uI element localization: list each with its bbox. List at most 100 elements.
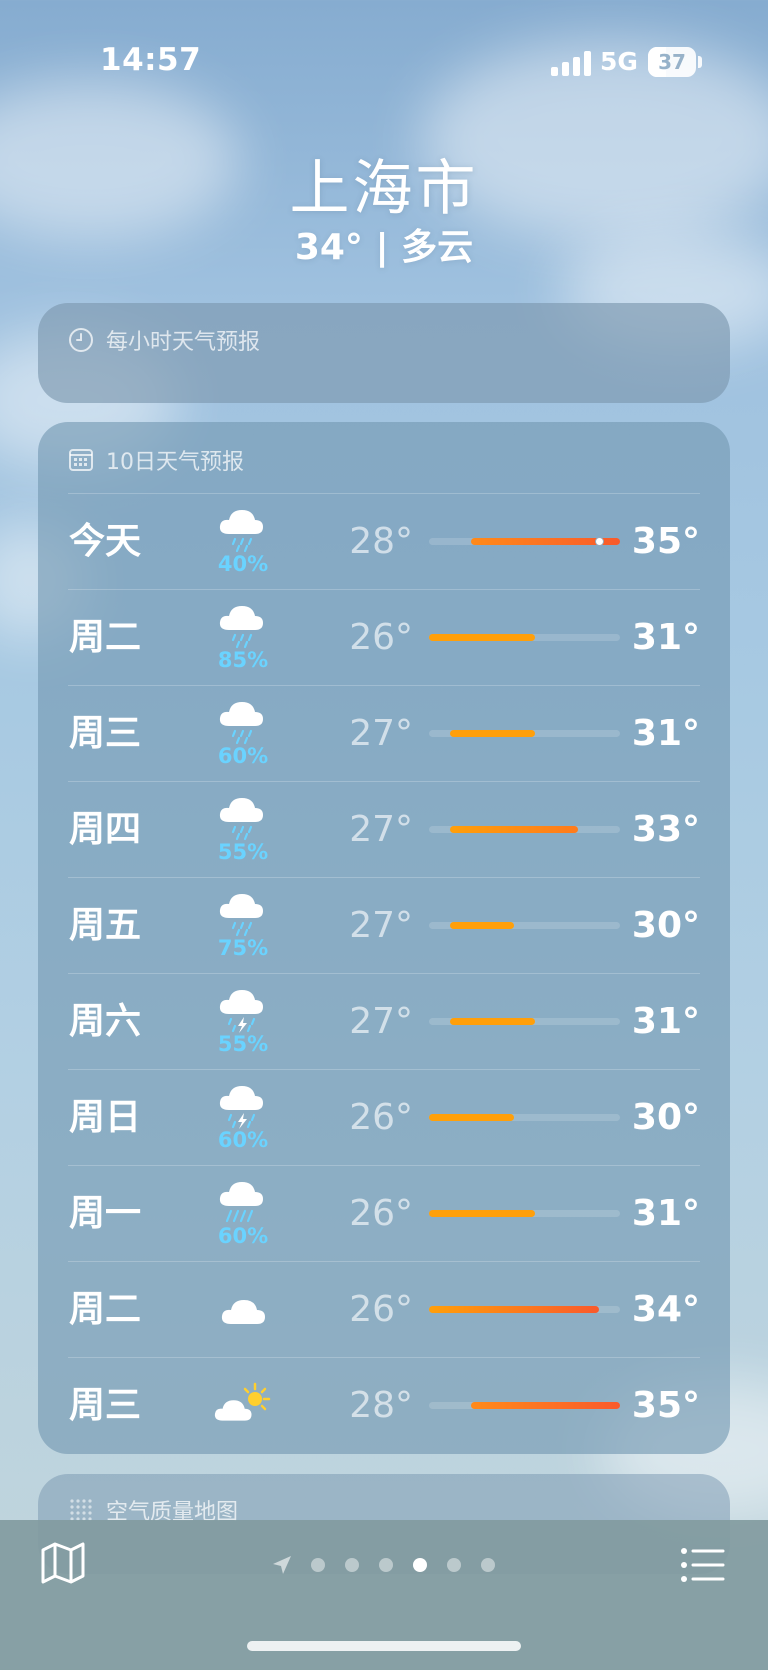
location-arrow-icon — [273, 1556, 291, 1574]
home-indicator — [247, 1641, 521, 1651]
hourly-forecast-header: 每小时天气预报 — [68, 320, 260, 360]
temp-range-fill — [429, 1114, 514, 1121]
high-temp: 31° — [631, 1001, 700, 1042]
temp-range-bar — [429, 1210, 620, 1217]
low-temp: 27° — [349, 809, 413, 850]
low-temp: 28° — [349, 521, 413, 562]
city-name: 上海市 — [289, 154, 479, 224]
cloud-icon — [208, 1284, 278, 1334]
forecast-day-row[interactable]: 周六 55% 27° 31° — [38, 974, 730, 1070]
low-temp: 27° — [349, 713, 413, 754]
signal-icon — [551, 50, 591, 76]
low-temp: 27° — [349, 1001, 413, 1042]
low-temp: 26° — [349, 1193, 413, 1234]
day-label: 周五 — [69, 905, 142, 946]
high-temp: 35° — [631, 1385, 700, 1426]
page-dot[interactable] — [345, 1558, 359, 1572]
battery-icon: 37 — [648, 47, 696, 77]
temp-range-bar — [429, 1306, 620, 1313]
page-dot[interactable] — [447, 1558, 461, 1572]
low-temp: 26° — [349, 1289, 413, 1330]
cloud-rain-icon — [208, 504, 278, 554]
temp-range-bar — [429, 1018, 620, 1025]
day-label: 周二 — [69, 617, 142, 658]
ten-day-forecast-card: 10日天气预报 今天 40% 28° 35° 周二 85% 26° 31° 周三 60% 27° 31… — [38, 422, 730, 1454]
cloud-sun-icon — [208, 1380, 278, 1430]
day-label: 周四 — [69, 809, 142, 850]
temp-range-bar — [429, 730, 620, 737]
precipitation-chance: 55% — [217, 840, 269, 864]
cloud-rain-icon — [208, 600, 278, 650]
temp-range-bar — [429, 1402, 620, 1409]
temp-range-bar — [429, 922, 620, 929]
day-label: 周三 — [69, 1385, 142, 1426]
status-bar: 14:57 5G 37 — [0, 0, 768, 110]
list-icon — [681, 1548, 725, 1582]
high-temp: 34° — [631, 1289, 700, 1330]
city-list-button[interactable] — [680, 1545, 726, 1585]
page-dot[interactable] — [379, 1558, 393, 1572]
temp-range-fill — [450, 826, 578, 833]
low-temp: 28° — [349, 1385, 413, 1426]
high-temp: 31° — [631, 617, 700, 658]
forecast-day-row[interactable]: 周三 60% 27° 31° — [38, 686, 730, 782]
day-label: 周三 — [69, 713, 142, 754]
day-label: 周一 — [69, 1193, 142, 1234]
low-temp: 27° — [349, 905, 413, 946]
temp-range-fill — [450, 922, 514, 929]
forecast-day-row[interactable]: 今天 40% 28° 35° — [38, 494, 730, 590]
battery-tip — [698, 56, 702, 68]
precipitation-chance: 85% — [217, 648, 269, 672]
current-conditions: 34° | 多云 — [294, 227, 474, 268]
temp-range-fill — [429, 634, 536, 641]
high-temp: 31° — [631, 1193, 700, 1234]
low-temp: 26° — [349, 1097, 413, 1138]
forecast-day-row[interactable]: 周二 85% 26° 31° — [38, 590, 730, 686]
temp-range-fill — [471, 1402, 620, 1409]
ten-day-forecast-title: 10日天气预报 — [106, 450, 244, 475]
day-label: 今天 — [69, 521, 142, 562]
precipitation-chance: 55% — [217, 1032, 269, 1056]
temp-range-fill — [429, 1306, 599, 1313]
hourly-forecast-title: 每小时天气预报 — [106, 330, 261, 355]
cloud-rain-icon — [208, 888, 278, 938]
network-label: 5G — [600, 47, 638, 76]
cloud-rain-icon — [208, 792, 278, 842]
precipitation-chance: 60% — [217, 1128, 269, 1152]
precipitation-chance: 60% — [217, 744, 269, 768]
precipitation-chance: 75% — [217, 936, 269, 960]
page-indicator[interactable] — [270, 1553, 500, 1577]
temp-range-bar — [429, 634, 620, 641]
cloud-bolt-rain-icon — [208, 1080, 278, 1130]
forecast-day-row[interactable]: 周五 75% 27° 30° — [38, 878, 730, 974]
forecast-day-row[interactable]: 周一 60% 26° 31° — [38, 1166, 730, 1262]
map-button[interactable] — [40, 1540, 86, 1586]
status-time: 14:57 — [100, 42, 202, 78]
battery-level: 37 — [658, 50, 686, 74]
temp-range-bar — [429, 826, 620, 833]
calendar-icon — [69, 449, 93, 471]
high-temp: 33° — [631, 809, 700, 850]
page-dot[interactable] — [311, 1558, 325, 1572]
day-label: 周六 — [69, 1001, 142, 1042]
high-temp: 30° — [631, 1097, 700, 1138]
temp-range-bar — [429, 537, 620, 546]
precipitation-chance: 40% — [217, 552, 269, 576]
forecast-day-row[interactable]: 周四 55% 27° 33° — [38, 782, 730, 878]
high-temp: 35° — [631, 521, 700, 562]
precipitation-chance: 60% — [217, 1224, 269, 1248]
cloud-rain-icon — [208, 696, 278, 746]
temp-range-fill — [429, 1210, 536, 1217]
high-temp: 31° — [631, 713, 700, 754]
page-dot[interactable] — [413, 1558, 427, 1572]
map-icon — [41, 1542, 85, 1584]
cloud-heavy-rain-icon — [208, 1176, 278, 1226]
forecast-day-row[interactable]: 周日 60% 26° 30° — [38, 1070, 730, 1166]
forecast-day-row[interactable]: 周三 28° 35° — [38, 1358, 730, 1454]
cloud-bolt-rain-icon — [208, 984, 278, 1034]
temp-range-fill — [450, 1018, 536, 1025]
forecast-day-row[interactable]: 周二 26° 34° — [38, 1262, 730, 1358]
ten-day-forecast-header: 10日天气预报 — [68, 440, 244, 480]
current-temp-marker — [594, 537, 604, 546]
page-dot[interactable] — [481, 1558, 495, 1572]
